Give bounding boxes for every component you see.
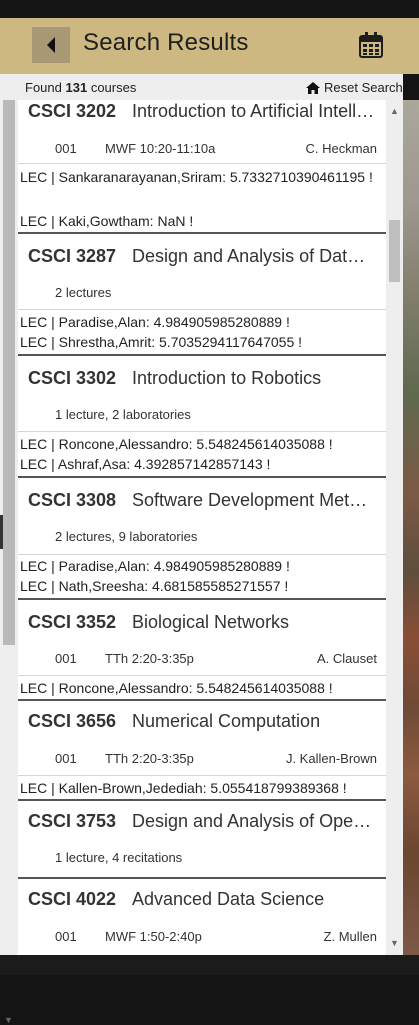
course-code: CSCI 3753 (28, 811, 117, 831)
course-code: CSCI 3302 (28, 368, 117, 388)
left-scroll-down-icon[interactable]: ▼ (4, 1015, 13, 1025)
course-name: Software Development Methods and Tools (132, 490, 375, 510)
section-number: 001 (55, 651, 77, 666)
instructor-rating: LEC | Shrestha,Amrit: 5.7035294117647055… (20, 334, 303, 350)
course-code: CSCI 3287 (28, 246, 117, 266)
course-name: Biological Networks (132, 612, 290, 632)
instructor: C. Heckman (305, 141, 377, 156)
browser-bottom-bar (0, 955, 419, 975)
section-summary: 1 lecture, 2 laboratories (55, 407, 191, 422)
section-number: 001 (55, 141, 77, 156)
instructor-rating: LEC | Kaki,Gowtham: NaN ! (20, 213, 194, 229)
instructor-rating: LEC | Ashraf,Asa: 4.392857142857143 ! (20, 456, 271, 472)
section-summary: 2 lectures, 9 laboratories (55, 529, 198, 544)
section-number: 001 (55, 929, 77, 944)
course-code: CSCI 3308 (28, 490, 117, 510)
instructor: A. Clauset (317, 651, 377, 666)
course-name: Numerical Computation (132, 711, 321, 731)
meeting-time: TTh 2:20-3:35p (105, 651, 194, 666)
browser-top-bar (0, 0, 419, 18)
course-results-list: CSCI 3202 Introduction to Artificial Int… (18, 100, 386, 955)
course-code: CSCI 3202 (28, 101, 117, 121)
calendar-icon (359, 32, 383, 58)
course-name: Introduction to Robotics (132, 368, 322, 388)
instructor-rating: LEC | Nath,Sreesha: 4.681585585271557 ! (20, 578, 289, 594)
results-summary-bar: Found 131 courses Reset Search (18, 74, 403, 100)
course-name: Design and Analysis of Database Systems (132, 246, 375, 266)
course-name: Introduction to Artificial Intelligence (132, 101, 375, 121)
scroll-down-icon[interactable]: ▼ (390, 938, 399, 948)
reset-search-link[interactable]: Reset Search (306, 80, 403, 95)
instructor-rating: LEC | Paradise,Alan: 4.984905985280889 ! (20, 558, 290, 574)
course-name: Advanced Data Science (132, 889, 325, 909)
instructor: Z. Mullen (323, 929, 377, 944)
section-number: 001 (55, 751, 77, 766)
calendar-button[interactable] (358, 31, 384, 59)
meeting-time: MWF 10:20-11:10a (105, 141, 216, 156)
back-arrow-icon (47, 37, 55, 53)
left-edge-marker (0, 515, 3, 549)
left-scrollbar-thumb[interactable] (3, 100, 15, 645)
course-name: Design and Analysis of Operating Systems (132, 811, 375, 831)
home-icon (306, 81, 320, 94)
scroll-up-icon[interactable]: ▲ (390, 106, 399, 116)
list-scrollbar[interactable]: ▲ ▼ (386, 100, 403, 955)
scrollbar-thumb[interactable] (389, 220, 400, 282)
course-code: CSCI 3352 (28, 612, 117, 632)
result-count: 131 (65, 80, 88, 95)
instructor-rating: LEC | Sankaranarayanan,Sriram: 5.7332710… (20, 169, 373, 185)
meeting-time: TTh 2:20-3:35p (105, 751, 194, 766)
meeting-time: MWF 1:50-2:40p (105, 929, 202, 944)
instructor-rating: LEC | Roncone,Alessandro: 5.548245614035… (20, 436, 333, 452)
page-title: Search Results (83, 29, 249, 56)
instructor-rating: LEC | Kallen-Brown,Jedediah: 5.055418799… (20, 780, 347, 796)
found-count: Found 131 courses (25, 80, 137, 95)
course-code: CSCI 3656 (28, 711, 117, 731)
back-button[interactable] (32, 27, 70, 63)
instructor-rating: LEC | Roncone,Alessandro: 5.548245614035… (20, 680, 333, 696)
section-summary: 2 lectures (55, 285, 112, 300)
instructor: J. Kallen-Brown (285, 751, 377, 766)
app-header: Search Results (0, 18, 419, 74)
course-code: CSCI 4022 (28, 889, 117, 909)
section-summary: 1 lecture, 4 recitations (55, 850, 183, 865)
instructor-rating: LEC | Paradise,Alan: 4.984905985280889 ! (20, 314, 290, 330)
